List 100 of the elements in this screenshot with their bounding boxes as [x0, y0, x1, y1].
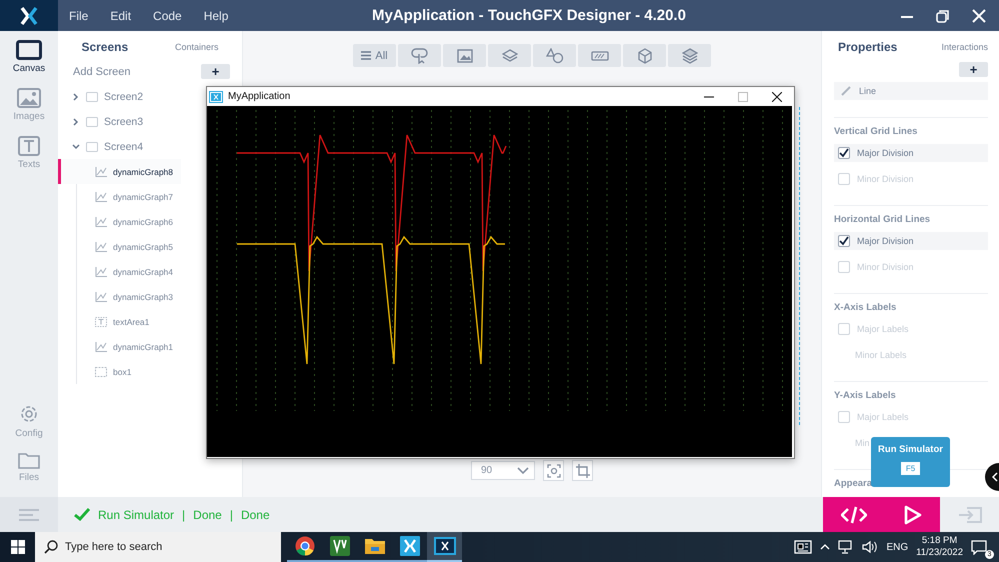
app-logo-icon	[400, 536, 420, 556]
pointer-icon	[410, 48, 428, 64]
status-message: Done	[240, 508, 270, 522]
image-icon	[17, 88, 41, 108]
checkbox-row[interactable]: Major Division	[834, 232, 988, 250]
section-heading: X-Axis Labels	[834, 302, 898, 313]
graph-icon	[95, 166, 107, 176]
shape-filter-button[interactable]	[533, 44, 576, 67]
folder-icon	[364, 537, 384, 555]
add-screen-button[interactable]: +	[201, 64, 230, 79]
caret-icon	[517, 466, 529, 474]
search-icon	[44, 540, 58, 554]
taskbar-app[interactable]	[427, 532, 462, 562]
language-indicator[interactable]: ENG	[886, 542, 908, 552]
graph-icon	[95, 266, 107, 276]
name-field[interactable]: Line	[834, 82, 988, 100]
simulator-icon	[434, 537, 456, 555]
3d-filter-button[interactable]	[623, 44, 666, 67]
cube-icon	[636, 48, 652, 64]
restore-icon[interactable]	[936, 8, 950, 22]
tree-item[interactable]: dynamicGraph8	[58, 159, 182, 184]
zoom-dropdown[interactable]: 90	[471, 461, 535, 480]
interaction-filter-button[interactable]	[398, 44, 441, 67]
simulator-icon	[209, 90, 223, 102]
text-area-icon	[95, 316, 107, 326]
menu-item[interactable]: Help	[204, 8, 228, 22]
misc-filter-button[interactable]	[668, 44, 711, 67]
fit-screen-button[interactable]	[543, 460, 564, 481]
tree-item[interactable]: dynamicGraph5	[58, 234, 182, 259]
app-logo-icon	[0, 0, 58, 31]
panel-tab[interactable]: Interactions	[941, 42, 988, 52]
add-interaction-button[interactable]: +	[959, 62, 988, 77]
image-icon	[456, 48, 472, 62]
tooltip-title: Run Simulator	[878, 444, 943, 455]
windows-icon	[10, 540, 24, 554]
tree-item[interactable]: dynamicGraph1	[58, 334, 182, 359]
panel-tab[interactable]: Properties	[838, 40, 898, 54]
news-icon[interactable]	[794, 540, 812, 554]
close-icon[interactable]	[772, 92, 782, 102]
option-label: Min	[854, 437, 870, 450]
volume-icon[interactable]	[862, 540, 878, 554]
sidebar-item[interactable]: Canvas	[0, 40, 58, 74]
tree-item[interactable]: dynamicGraph3	[58, 284, 182, 309]
sidebar-item[interactable]: Images	[0, 88, 58, 122]
chevron-right-icon[interactable]	[72, 118, 80, 126]
section-heading: Y-Axis Labels	[834, 390, 897, 401]
tree-item[interactable]: Screen3	[58, 109, 152, 134]
checkbox-row[interactable]: Major Division	[834, 144, 988, 162]
tree-item[interactable]: dynamicGraph6	[58, 209, 182, 234]
sidebar-item[interactable]: Files	[0, 451, 58, 483]
search-field[interactable]: Type here to search	[35, 532, 281, 562]
status-message: Run Simulator	[98, 508, 174, 522]
text-icon	[18, 136, 40, 156]
menu-item[interactable]: Edit	[110, 8, 132, 22]
menu-icon	[361, 51, 372, 60]
panel-tab[interactable]: Screens	[81, 40, 128, 54]
menu-item[interactable]: File	[69, 8, 88, 22]
tree-item[interactable]: dynamicGraph7	[58, 184, 182, 209]
image-filter-button[interactable]	[443, 44, 486, 67]
chevron-up-icon[interactable]	[820, 543, 830, 551]
tree-item[interactable]: textArea1	[58, 309, 158, 334]
play-icon	[904, 504, 922, 524]
tree-item[interactable]: dynamicGraph4	[58, 259, 182, 284]
all-filter-button[interactable]: All	[353, 44, 396, 67]
panel-tab[interactable]: Containers	[175, 42, 219, 52]
checkmark-icon	[74, 508, 90, 521]
chevron-down-icon[interactable]	[72, 142, 80, 150]
maximize-icon	[738, 92, 748, 102]
layers-icon	[502, 48, 518, 62]
focus-icon	[546, 464, 560, 478]
shortcut-key: F5	[900, 462, 920, 475]
window-title: MyApplication - TouchGFX Designer - 4.20.0	[371, 7, 687, 24]
status-separator: |	[182, 508, 186, 522]
sidebar-item[interactable]: Texts	[0, 136, 58, 170]
status-message: Done	[193, 508, 222, 522]
section-heading: Vertical Grid Lines	[834, 126, 918, 137]
chevron-right-icon[interactable]	[72, 92, 80, 100]
shapes-icon	[546, 48, 564, 64]
simulator-title: MyApplication	[228, 91, 292, 102]
tree-item[interactable]: Screen4	[58, 134, 152, 159]
folder-icon	[18, 451, 40, 469]
screen-icon	[86, 116, 98, 126]
crop-button[interactable]	[572, 460, 593, 481]
canvas-icon	[16, 40, 42, 60]
progress-filter-button[interactable]	[578, 44, 621, 67]
stack-icon	[682, 48, 698, 64]
graph-icon	[95, 292, 107, 302]
checkbox[interactable]	[838, 147, 850, 159]
graph-icon	[95, 216, 107, 226]
tree-item[interactable]: box1	[58, 359, 140, 384]
clock-time: 5:18 PM	[922, 535, 958, 547]
menu-item[interactable]: Code	[153, 8, 182, 22]
container-filter-button[interactable]	[488, 44, 531, 67]
network-icon[interactable]	[838, 540, 854, 554]
checkbox[interactable]	[838, 235, 850, 247]
tree-item[interactable]: Screen2	[58, 84, 152, 109]
box-icon	[95, 366, 107, 376]
option-label: Minor Labels	[854, 349, 907, 362]
sidebar-item[interactable]: Config	[0, 403, 58, 439]
code-icon	[841, 506, 868, 524]
